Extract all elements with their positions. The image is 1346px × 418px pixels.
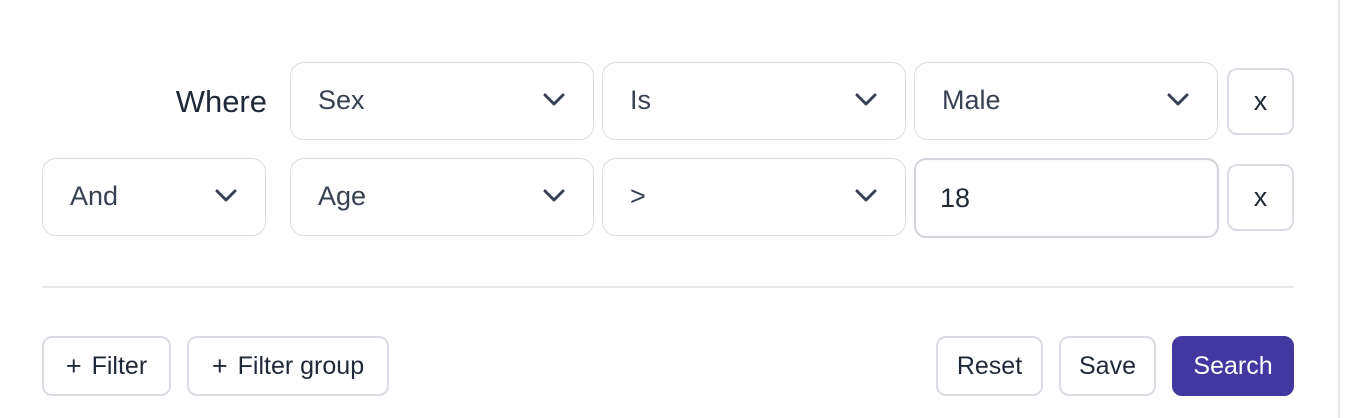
where-label: Where [175, 84, 267, 119]
plus-icon: + [211, 350, 228, 381]
field-select[interactable]: Sex [290, 62, 594, 140]
remove-filter-button[interactable]: x [1227, 68, 1294, 135]
operator-select-value: > [630, 181, 646, 211]
chevron-down-icon [855, 189, 877, 202]
add-filter-button[interactable]: + Filter [42, 336, 171, 396]
remove-filter-button[interactable]: x [1227, 164, 1294, 231]
chevron-down-icon [215, 189, 237, 202]
field-select-value: Sex [318, 85, 365, 115]
save-button[interactable]: Save [1059, 336, 1156, 396]
add-filter-label: Filter [91, 351, 148, 380]
chevron-down-icon [855, 93, 877, 106]
operator-select[interactable]: > [602, 158, 906, 236]
chevron-down-icon [1167, 93, 1189, 106]
operator-select-value: Is [630, 85, 652, 115]
value-select[interactable]: Male [914, 62, 1218, 140]
connector-select-value: And [70, 181, 119, 211]
add-filter-group-label: Filter group [237, 351, 365, 380]
value-select-value: Male [942, 85, 1001, 115]
field-select[interactable]: Age [290, 158, 594, 236]
reset-button[interactable]: Reset [936, 336, 1043, 396]
value-input[interactable] [914, 158, 1219, 238]
divider [42, 286, 1294, 288]
plus-icon: + [65, 350, 82, 381]
connector-select[interactable]: And [42, 158, 266, 236]
search-button[interactable]: Search [1172, 336, 1294, 396]
add-filter-group-button[interactable]: + Filter group [187, 336, 389, 396]
panel-right-edge [1338, 0, 1340, 418]
chevron-down-icon [543, 93, 565, 106]
operator-select[interactable]: Is [602, 62, 906, 140]
chevron-down-icon [543, 189, 565, 202]
field-select-value: Age [318, 181, 367, 211]
